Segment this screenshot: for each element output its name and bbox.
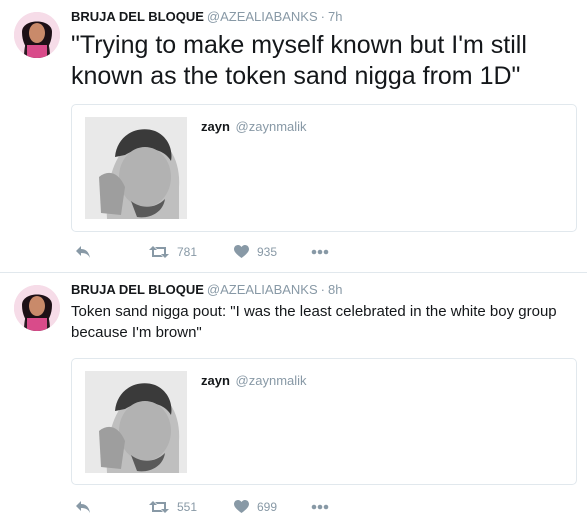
quoted-tweet[interactable]: zayn @zaynmalik bbox=[71, 358, 577, 485]
heart-icon bbox=[234, 245, 249, 258]
like-count: 699 bbox=[257, 500, 278, 514]
retweet-count: 551 bbox=[177, 500, 198, 514]
timestamp[interactable]: 7h bbox=[328, 9, 342, 24]
avatar[interactable] bbox=[14, 12, 60, 58]
retweet-icon bbox=[149, 501, 169, 513]
like-button[interactable]: 699 bbox=[234, 497, 277, 517]
retweet-count: 781 bbox=[177, 245, 198, 259]
tweet-actions: 551 699 bbox=[71, 497, 371, 517]
retweet-icon bbox=[149, 246, 169, 258]
more-button[interactable] bbox=[311, 242, 329, 262]
tweet-text: Token sand nigga pout: "I was the least … bbox=[71, 303, 557, 341]
tweet-header: BRUJA DEL BLOQUE @AZEALIABANKS · 7h bbox=[71, 9, 342, 24]
more-button[interactable] bbox=[311, 497, 329, 517]
quoted-user: zayn @zaynmalik bbox=[201, 119, 307, 134]
heart-icon bbox=[234, 500, 249, 513]
quoted-image bbox=[85, 371, 187, 473]
avatar[interactable] bbox=[14, 285, 60, 331]
author-name[interactable]: BRUJA DEL BLOQUE bbox=[71, 9, 204, 24]
more-dots-icon bbox=[311, 504, 329, 510]
quoted-image bbox=[85, 117, 187, 219]
separator: · bbox=[320, 282, 325, 297]
quoted-tweet[interactable]: zayn @zaynmalik bbox=[71, 104, 577, 232]
retweet-button[interactable]: 781 bbox=[149, 242, 197, 262]
tweet-header: BRUJA DEL BLOQUE @AZEALIABANKS · 8h bbox=[71, 282, 342, 297]
quoted-handle[interactable]: @zaynmalik bbox=[236, 119, 307, 134]
tweet-actions: 781 935 bbox=[71, 242, 371, 262]
author-name[interactable]: BRUJA DEL BLOQUE bbox=[71, 282, 204, 297]
tweet-text: "Trying to make myself known but I'm sti… bbox=[71, 31, 527, 90]
reply-button[interactable] bbox=[75, 242, 91, 262]
reply-arrow-icon bbox=[76, 246, 90, 258]
timestamp[interactable]: 8h bbox=[328, 282, 342, 297]
tweet[interactable]: BRUJA DEL BLOQUE @AZEALIABANKS · 7h "Trying… bbox=[0, 0, 587, 272]
retweet-button[interactable]: 551 bbox=[149, 497, 197, 517]
quoted-handle[interactable]: @zaynmalik bbox=[236, 373, 307, 388]
author-handle[interactable]: @AZEALIABANKS bbox=[207, 9, 318, 24]
like-button[interactable]: 935 bbox=[234, 242, 277, 262]
like-count: 935 bbox=[257, 245, 278, 259]
separator: · bbox=[320, 9, 325, 24]
tweet[interactable]: BRUJA DEL BLOQUE @AZEALIABANKS · 8h Token s… bbox=[0, 273, 587, 527]
author-handle[interactable]: @AZEALIABANKS bbox=[207, 282, 318, 297]
quoted-name[interactable]: zayn bbox=[201, 373, 230, 388]
more-dots-icon bbox=[311, 249, 329, 255]
quoted-user: zayn @zaynmalik bbox=[201, 373, 307, 388]
quoted-name[interactable]: zayn bbox=[201, 119, 230, 134]
reply-arrow-icon bbox=[76, 501, 90, 513]
reply-button[interactable] bbox=[75, 497, 91, 517]
